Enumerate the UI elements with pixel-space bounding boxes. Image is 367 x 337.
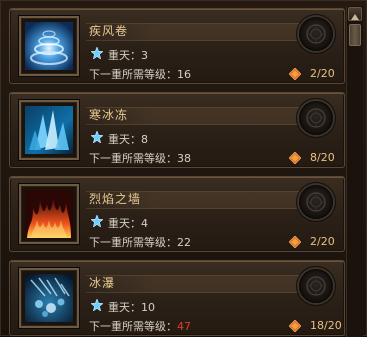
next-level-requirement: 下一重所需等级：47 xyxy=(89,318,191,334)
skill-level-value: 8 xyxy=(141,133,148,146)
skill-level-value: 4 xyxy=(141,217,148,230)
req-level-value: 22 xyxy=(177,236,191,249)
skill-points: 2/20 xyxy=(289,67,341,81)
skill-points-value: 2/20 xyxy=(310,67,335,80)
star-icon xyxy=(91,215,103,227)
req-label: 下一重所需等级： xyxy=(89,152,177,165)
scroll-thumb[interactable] xyxy=(349,24,361,46)
fire-wall-icon xyxy=(25,190,73,238)
skill-points-value: 2/20 xyxy=(310,235,335,248)
next-level-requirement: 下一重所需等级：38 xyxy=(89,150,191,166)
skill-list: 疾风卷 重天：3 下一重所需等级：16 2/20 寒冰冻 重天：8 下一重所需等… xyxy=(9,8,345,337)
skill-name: 疾风卷 xyxy=(89,24,129,38)
skill-level-label: 重天： xyxy=(108,217,141,230)
upgrade-button[interactable] xyxy=(299,185,333,219)
req-label: 下一重所需等级： xyxy=(89,320,177,333)
upgrade-button[interactable] xyxy=(299,101,333,135)
req-label: 下一重所需等级： xyxy=(89,68,177,81)
skill-name: 冰瀑 xyxy=(89,276,116,290)
flame-gem-icon xyxy=(289,68,301,80)
skill-icon-frame[interactable] xyxy=(19,268,79,328)
skill-level-label: 重天： xyxy=(108,301,141,314)
scroll-up-button[interactable] xyxy=(348,7,362,21)
next-level-requirement: 下一重所需等级：22 xyxy=(89,234,191,250)
rune-circle-icon xyxy=(306,108,326,128)
skill-points: 8/20 xyxy=(289,151,341,165)
whirlwind-icon xyxy=(25,22,73,70)
skill-level-label: 重天： xyxy=(108,133,141,146)
skill-card-whirlwind[interactable]: 疾风卷 重天：3 下一重所需等级：16 2/20 xyxy=(9,8,345,84)
star-icon xyxy=(91,299,103,311)
upgrade-button[interactable] xyxy=(299,17,333,51)
flame-gem-icon xyxy=(289,320,301,332)
skill-icon-frame[interactable] xyxy=(19,16,79,76)
rune-circle-icon xyxy=(306,24,326,44)
req-label: 下一重所需等级： xyxy=(89,236,177,249)
skill-card-ice-cascade[interactable]: 冰瀑 重天：10 下一重所需等级：47 18/20 xyxy=(9,260,345,336)
upgrade-button[interactable] xyxy=(299,269,333,303)
skill-name: 寒冰冻 xyxy=(89,108,129,122)
rune-circle-icon xyxy=(306,276,326,296)
skill-points-value: 18/20 xyxy=(310,319,342,332)
skill-level-label: 重天： xyxy=(108,49,141,62)
skill-points: 2/20 xyxy=(289,235,341,249)
skill-panel: 疾风卷 重天：3 下一重所需等级：16 2/20 寒冰冻 重天：8 下一重所需等… xyxy=(0,0,367,337)
skill-card-ice-freeze[interactable]: 寒冰冻 重天：8 下一重所需等级：38 8/20 xyxy=(9,92,345,168)
skill-level-value: 3 xyxy=(141,49,148,62)
req-level-value: 38 xyxy=(177,152,191,165)
req-level-value: 16 xyxy=(177,68,191,81)
skill-icon-frame[interactable] xyxy=(19,184,79,244)
flame-gem-icon xyxy=(289,152,301,164)
skill-icon-frame[interactable] xyxy=(19,100,79,160)
rune-circle-icon xyxy=(306,192,326,212)
skill-name-bar xyxy=(86,275,314,293)
star-icon xyxy=(91,47,103,59)
skill-level-value: 10 xyxy=(141,301,155,314)
vertical-scrollbar[interactable] xyxy=(346,6,363,337)
skill-card-fire-wall[interactable]: 烈焰之墙 重天：4 下一重所需等级：22 2/20 xyxy=(9,176,345,252)
ice-crystal-icon xyxy=(25,106,73,154)
ice-cascade-icon xyxy=(25,274,73,322)
next-level-requirement: 下一重所需等级：16 xyxy=(89,66,191,82)
req-level-value: 47 xyxy=(177,320,191,333)
skill-points: 18/20 xyxy=(289,319,342,333)
flame-gem-icon xyxy=(289,236,301,248)
skill-name: 烈焰之墙 xyxy=(89,192,142,206)
arrow-up-icon xyxy=(351,14,359,20)
skill-points-value: 8/20 xyxy=(310,151,335,164)
star-icon xyxy=(91,131,103,143)
